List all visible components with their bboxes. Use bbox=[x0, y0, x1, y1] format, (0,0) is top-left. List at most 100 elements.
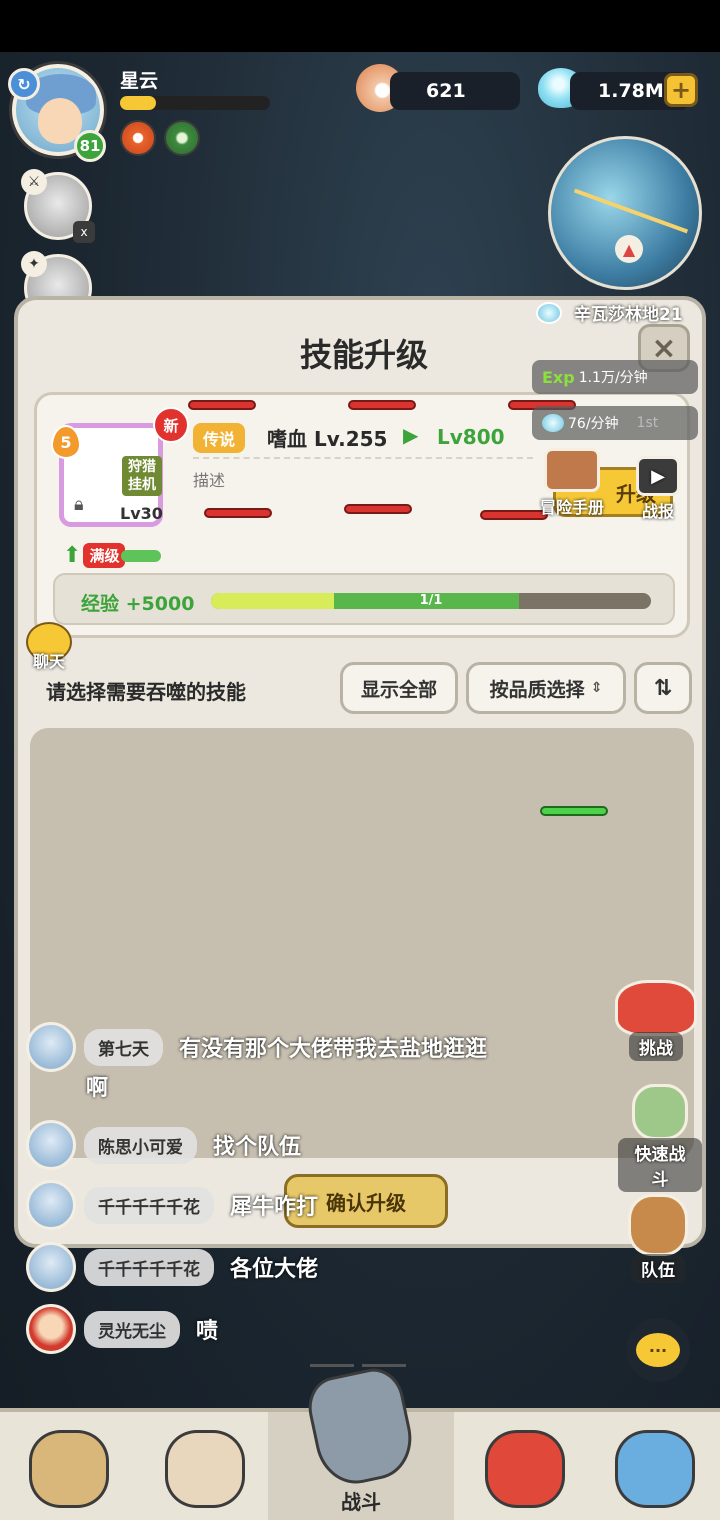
enemy-health-bar bbox=[188, 400, 256, 410]
max-level-tag: 满级 bbox=[83, 543, 126, 568]
page-indicator bbox=[310, 1364, 354, 1367]
level-up-arrow-icon: ⬆ bbox=[63, 543, 82, 568]
dragon-icon bbox=[615, 980, 697, 1036]
nav-portal[interactable] bbox=[600, 1430, 710, 1520]
fire-class-icon: ✦ bbox=[21, 251, 47, 277]
switch-icon[interactable]: ↻ bbox=[8, 68, 40, 100]
sort-button[interactable]: ⇅ bbox=[634, 662, 692, 714]
chat-sender-name[interactable]: 陈思小可爱 bbox=[84, 1126, 197, 1164]
gem-rate-icon bbox=[542, 414, 564, 432]
nav-pet[interactable] bbox=[470, 1430, 580, 1520]
play-arrow-icon: ▶ bbox=[403, 423, 419, 447]
player-name: 星云 bbox=[120, 70, 159, 92]
speech-bubble-icon: ··· bbox=[636, 1333, 680, 1367]
exp-rate: Exp 1.1万/分钟 bbox=[532, 360, 698, 394]
bottom-nav: 战斗 bbox=[0, 1363, 720, 1520]
battle-report-label: 战报 bbox=[641, 502, 674, 521]
chat-message-text: 犀牛咋打 bbox=[230, 1195, 319, 1220]
exp-rate-text: 1.1万/分钟 bbox=[578, 370, 648, 386]
gem-value: 1.78M bbox=[598, 80, 664, 102]
cactus-icon bbox=[632, 1084, 688, 1140]
pearl-value: 621 bbox=[426, 80, 466, 102]
max-level-bar bbox=[121, 549, 162, 562]
avatar bbox=[26, 1180, 76, 1230]
play-icon: ▶ bbox=[636, 456, 680, 496]
quick-battle-button[interactable]: 快速战斗 bbox=[618, 1084, 702, 1192]
chat-message[interactable]: 陈思小可爱 找个队伍 bbox=[26, 1120, 301, 1170]
add-currency-button[interactable]: + bbox=[664, 73, 698, 107]
zone-name: 辛瓦莎林地21 bbox=[536, 300, 683, 325]
minimap-path bbox=[573, 188, 689, 234]
skill-name: 嗜血 Lv.255 bbox=[267, 427, 388, 451]
description-label: 描述 bbox=[193, 471, 226, 490]
team-label: 队伍 bbox=[631, 1254, 685, 1283]
chat-sender-name[interactable]: 灵光无尘 bbox=[84, 1310, 180, 1348]
chat-sender-name[interactable]: 千千千千千花 bbox=[84, 1186, 214, 1224]
page-indicator bbox=[362, 1364, 406, 1367]
manual-icon bbox=[544, 448, 600, 492]
team-icon bbox=[628, 1194, 688, 1256]
chat-message-text: 找个队伍 bbox=[213, 1135, 302, 1160]
gem-rate: 76/分钟 1st bbox=[532, 406, 698, 440]
divider bbox=[193, 457, 533, 459]
nav-battle[interactable]: 战斗 bbox=[302, 1363, 420, 1514]
status-bar bbox=[0, 0, 720, 52]
ally-health-bar bbox=[540, 806, 608, 816]
chat-sender-name[interactable]: 千千千千千花 bbox=[84, 1248, 214, 1286]
adventure-manual-button[interactable]: 冒险手册 bbox=[530, 448, 614, 518]
chat-message[interactable]: 第七天 有没有那个大佬带我去盐地逛逛 bbox=[26, 1022, 487, 1072]
enemy-health-bar bbox=[204, 508, 272, 518]
select-by-quality-label: 按品质选择 bbox=[489, 678, 585, 701]
challenge-button[interactable]: 挑战 bbox=[610, 980, 702, 1061]
pet-dragon-icon bbox=[485, 1430, 565, 1508]
chat-button[interactable]: 聊天 bbox=[12, 622, 86, 688]
minimap[interactable]: ▲ bbox=[548, 136, 702, 290]
new-badge: 新 bbox=[153, 407, 189, 443]
chat-message[interactable]: 千千千千千花 各位大佬 bbox=[26, 1242, 318, 1292]
max-level-indicator: ⬆ 满级 bbox=[63, 543, 162, 568]
sword-class-icon: ⚔ bbox=[21, 169, 47, 195]
exp-progress-text: 1/1 bbox=[419, 593, 443, 608]
sort-arrows-icon: ⇕ bbox=[590, 680, 603, 696]
exp-gain-row: 经验 +5000 1/1 bbox=[53, 573, 675, 625]
rarity-tag: 传说 bbox=[193, 423, 246, 453]
team-button[interactable]: 队伍 bbox=[618, 1194, 698, 1283]
hero-icon bbox=[29, 1430, 109, 1508]
pearl-count: 621 bbox=[390, 72, 520, 110]
exp-icon: Exp bbox=[542, 367, 575, 387]
fire-buff-icon[interactable] bbox=[120, 120, 156, 156]
teammate-remove-icon[interactable]: x bbox=[73, 221, 95, 243]
teammate-slot-1[interactable]: ⚔ x bbox=[21, 169, 95, 243]
challenge-label: 挑战 bbox=[629, 1032, 683, 1061]
manual-label: 冒险手册 bbox=[539, 498, 604, 517]
chat-message[interactable]: 灵光无尘 啧 bbox=[26, 1304, 218, 1354]
player-marker-icon: ▲ bbox=[615, 235, 643, 263]
exp-gain-label: 经验 +5000 bbox=[81, 593, 195, 615]
rank-text: 1st bbox=[636, 415, 659, 431]
select-by-quality-button[interactable]: 按品质选择 ⇕ bbox=[466, 662, 626, 714]
nav-character[interactable] bbox=[150, 1430, 260, 1520]
nature-buff-icon[interactable] bbox=[164, 120, 200, 156]
chat-message[interactable]: 千千千千千花 犀牛咋打 bbox=[26, 1180, 318, 1230]
player-exp-bar bbox=[120, 96, 270, 110]
stack-count-badge: 5 bbox=[51, 425, 81, 459]
avatar bbox=[26, 1242, 76, 1292]
exp-progress-bar: 1/1 bbox=[211, 593, 651, 609]
chat-sender-name[interactable]: 第七天 bbox=[84, 1028, 163, 1066]
gem-rate-text: 76/分钟 bbox=[568, 416, 619, 432]
lock-icon: 🔒︎ bbox=[74, 494, 84, 515]
show-all-button[interactable]: 显示全部 bbox=[340, 662, 458, 714]
skill-list-area[interactable] bbox=[30, 728, 694, 1158]
skill-tag: 狩猎挂机 bbox=[122, 456, 162, 496]
portal-icon bbox=[615, 1430, 695, 1508]
avatar bbox=[26, 1120, 76, 1170]
battle-report-button[interactable]: ▶ 战报 bbox=[626, 456, 690, 522]
chat-message-text: 啧 bbox=[196, 1319, 219, 1344]
avatar bbox=[26, 1022, 76, 1072]
enemy-health-bar bbox=[344, 504, 412, 514]
chat-input-button[interactable]: ··· bbox=[626, 1318, 690, 1382]
enemy-health-bar bbox=[348, 400, 416, 410]
nav-label: 战斗 bbox=[341, 1490, 381, 1514]
avatar bbox=[26, 1304, 76, 1354]
nav-hero[interactable] bbox=[14, 1430, 124, 1520]
